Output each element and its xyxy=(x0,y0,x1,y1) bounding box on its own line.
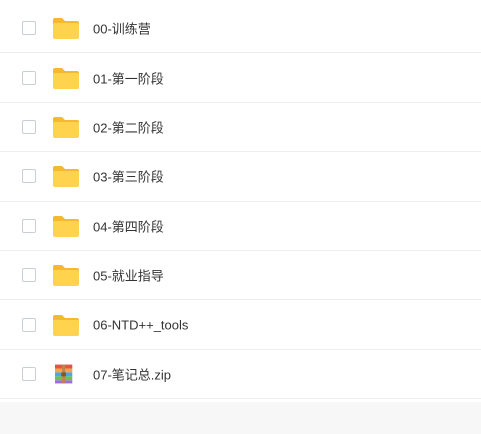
row-checkbox[interactable] xyxy=(22,169,36,184)
file-name[interactable]: 02-第二阶段 xyxy=(93,117,164,136)
folder-icon xyxy=(53,166,79,188)
file-row[interactable]: 04-第四阶段 xyxy=(0,202,481,251)
file-row[interactable]: 06-NTD++_tools xyxy=(0,300,481,350)
file-row[interactable]: 05-就业指导 xyxy=(0,251,481,301)
file-row[interactable]: 02-第二阶段 xyxy=(0,103,481,153)
file-name[interactable]: 06-NTD++_tools xyxy=(93,317,188,332)
file-row[interactable]: 00-训练营 xyxy=(0,4,481,54)
file-list: 00-训练营 01-第一阶段 02-第二阶段 03-第三阶段 04-第四阶段 0… xyxy=(0,4,481,400)
file-row[interactable]: 07-笔记总.zip xyxy=(0,350,481,400)
folder-icon xyxy=(53,314,79,336)
file-row[interactable]: 01-第一阶段 xyxy=(0,53,481,103)
file-name[interactable]: 04-第四阶段 xyxy=(93,216,164,235)
file-row[interactable]: 03-第三阶段 xyxy=(0,152,481,202)
file-name[interactable]: 07-笔记总.zip xyxy=(93,364,171,383)
row-checkbox[interactable] xyxy=(22,119,36,134)
folder-icon xyxy=(53,18,79,40)
row-checkbox[interactable] xyxy=(22,317,36,332)
row-checkbox[interactable] xyxy=(22,21,36,36)
folder-icon xyxy=(53,67,79,89)
row-checkbox[interactable] xyxy=(22,218,36,233)
file-name[interactable]: 00-训练营 xyxy=(93,19,151,38)
file-name[interactable]: 01-第一阶段 xyxy=(93,68,164,87)
list-footer-area xyxy=(0,402,481,434)
folder-icon xyxy=(53,116,79,138)
zip-archive-icon xyxy=(55,364,73,384)
row-checkbox[interactable] xyxy=(22,70,36,85)
row-checkbox[interactable] xyxy=(22,268,36,283)
file-name[interactable]: 05-就业指导 xyxy=(93,266,164,285)
row-checkbox[interactable] xyxy=(22,366,36,381)
file-name[interactable]: 03-第三阶段 xyxy=(93,167,164,186)
folder-icon xyxy=(53,215,79,237)
folder-icon xyxy=(53,265,79,287)
